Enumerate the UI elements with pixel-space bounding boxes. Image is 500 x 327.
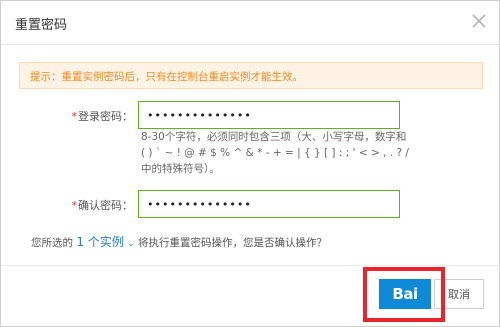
footer-divider [1, 265, 500, 266]
confirm-suffix: 将执行重置密码操作，您是否确认操作？ [138, 237, 328, 249]
watermark-logo: Bai [392, 285, 418, 303]
confirm-prefix: 您所选的 [31, 237, 73, 249]
confirm-button[interactable]: Bai [379, 279, 431, 309]
required-mark: * [71, 110, 78, 123]
dialog-title: 重置密码 [15, 18, 68, 33]
confirm-password-label-text: 确认密码： [78, 199, 133, 212]
dialog-header: 重置密码 [1, 1, 500, 45]
login-password-label-text: 登录密码： [78, 110, 133, 123]
login-password-input[interactable] [138, 101, 400, 129]
login-password-label: *登录密码： [13, 108, 134, 124]
notice-banner: 提示：重置实例密码后，只有在控制台重启实例才能生效。 [19, 62, 483, 89]
confirm-password-input[interactable] [138, 190, 400, 218]
instance-count-link[interactable]: 1 个实例 [76, 235, 123, 249]
required-mark: * [71, 199, 78, 212]
cancel-button[interactable]: 取消 [434, 279, 484, 309]
password-hint: 8-30个字符，必须同时包含三项（大、小写字母，数字和( ) ` ~ ! @ #… [141, 131, 409, 175]
confirm-message: 您所选的 1 个实例 ⌄ 将执行重置密码操作，您是否确认操作？ [31, 233, 327, 250]
close-icon[interactable] [470, 12, 488, 30]
confirm-password-label: *确认密码： [13, 197, 134, 213]
notice-text: 提示：重置实例密码后，只有在控制台重启实例才能生效。 [30, 71, 303, 83]
chevron-down-icon[interactable]: ⌄ [127, 239, 135, 249]
reset-password-dialog: 重置密码 提示：重置实例密码后，只有在控制台重启实例才能生效。 *登录密码： 8… [0, 0, 500, 327]
